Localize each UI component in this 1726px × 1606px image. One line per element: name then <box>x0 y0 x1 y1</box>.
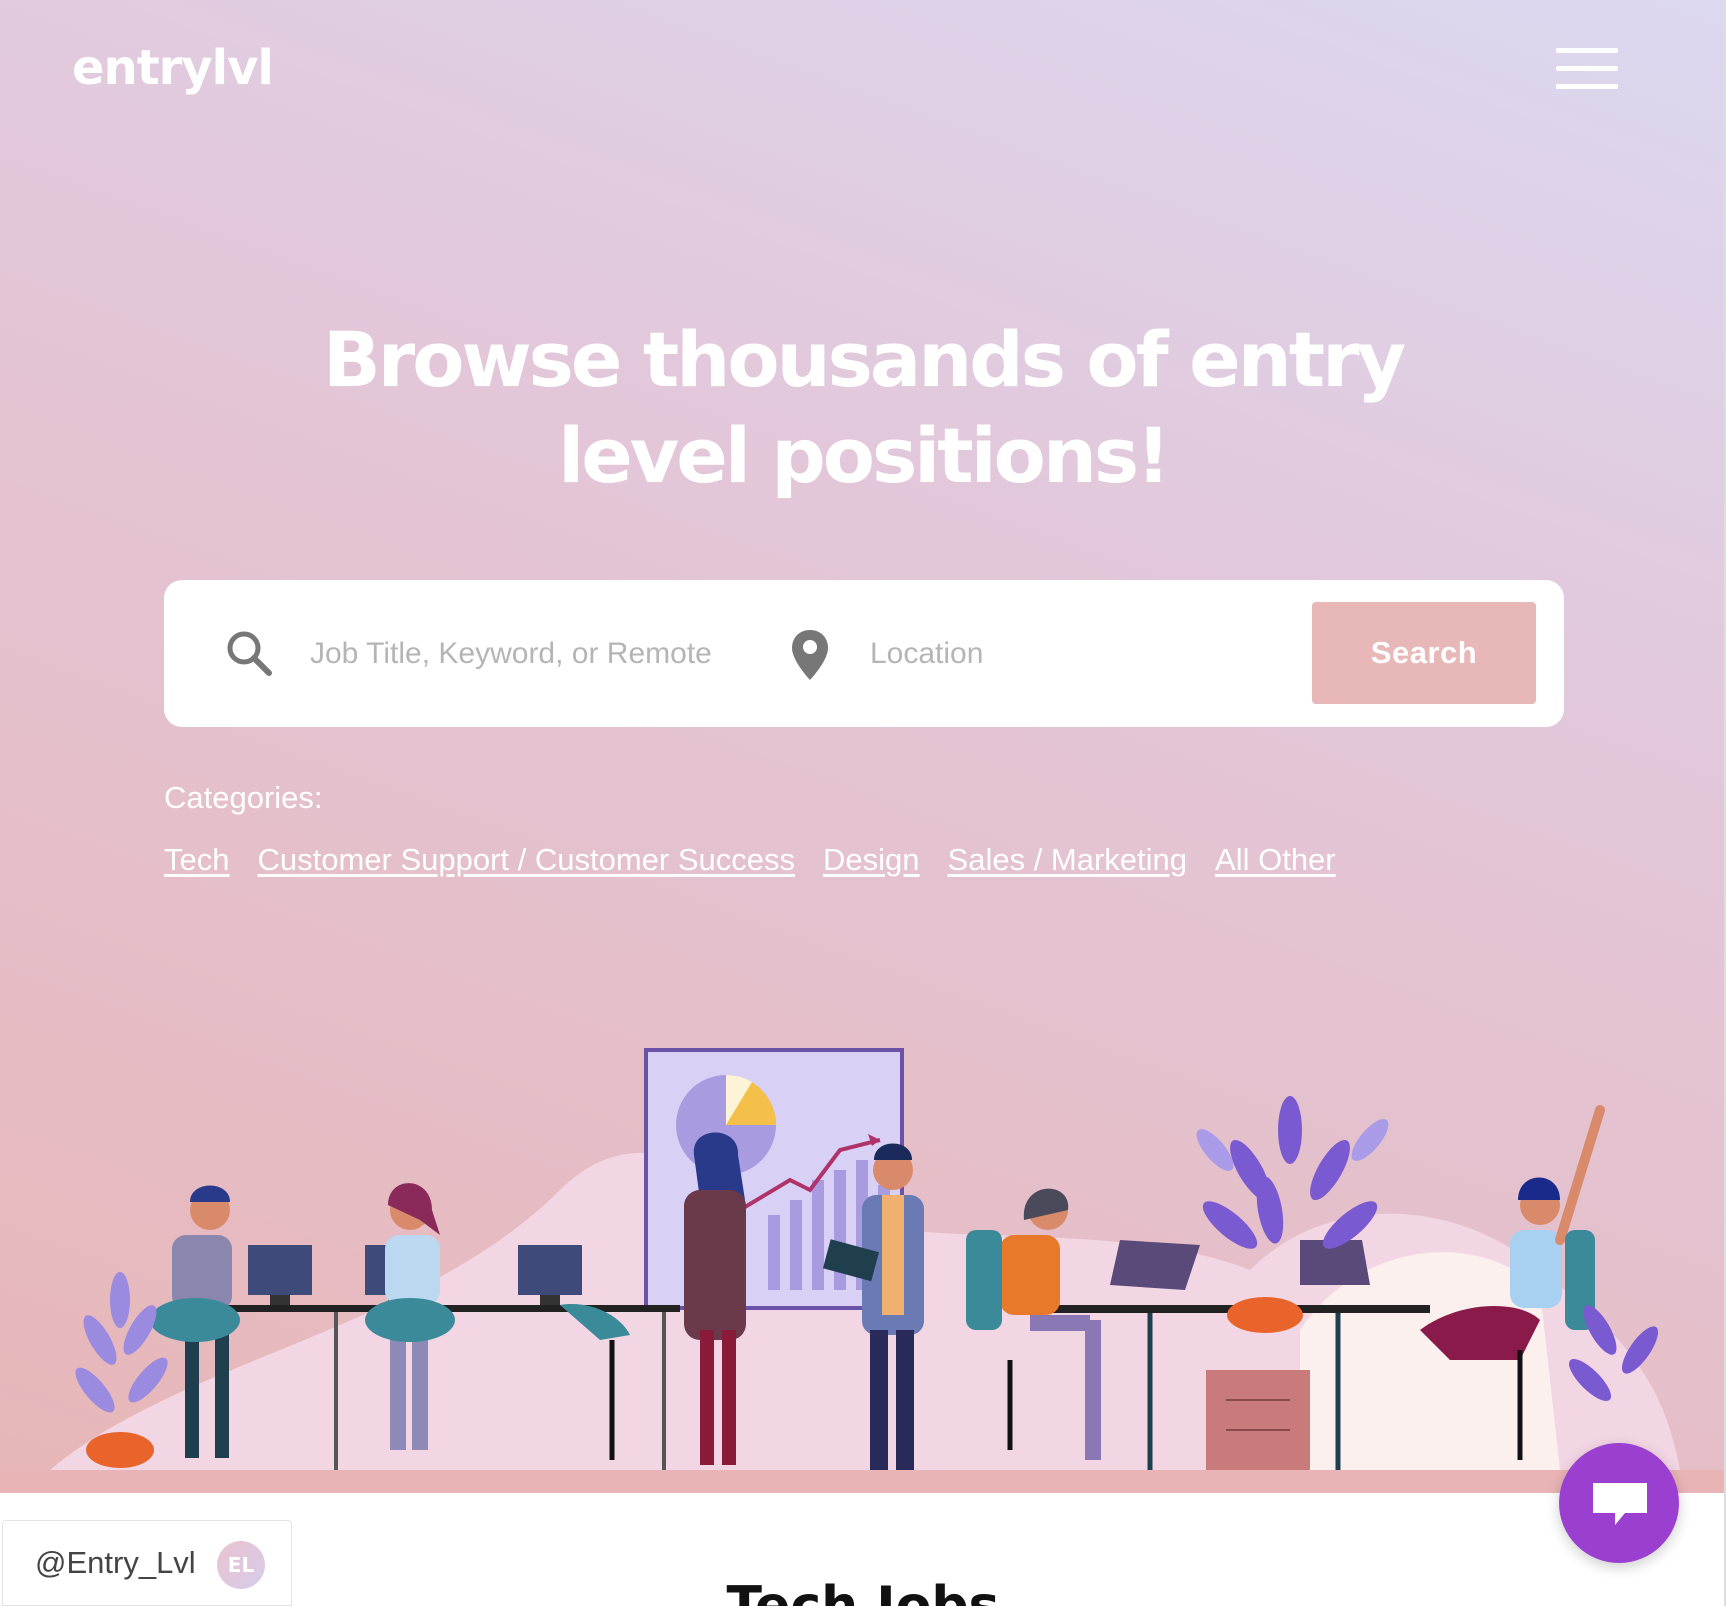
search-button[interactable]: Search <box>1312 602 1536 704</box>
location-search-input[interactable] <box>868 628 1312 680</box>
office-team-illustration <box>0 1048 1726 1493</box>
category-link-tech[interactable]: Tech <box>164 842 229 878</box>
chat-button[interactable] <box>1559 1443 1679 1563</box>
floor <box>0 1470 1726 1493</box>
category-link-design[interactable]: Design <box>823 842 920 878</box>
hero-headline: Browse thousands of entry level position… <box>250 312 1476 504</box>
category-link-customer-support[interactable]: Customer Support / Customer Success <box>257 842 795 878</box>
section-heading-tech-jobs: Tech Jobs <box>726 1576 1000 1606</box>
search-icon <box>227 631 272 676</box>
categories-label: Categories: <box>164 780 323 815</box>
hamburger-menu-icon[interactable] <box>1556 48 1622 92</box>
hero-section: entrylvl Browse thousands of entry level… <box>0 0 1726 1493</box>
hero-headline-line2: level positions! <box>558 411 1171 500</box>
category-link-all-other[interactable]: All Other <box>1215 842 1336 878</box>
brand-logo[interactable]: entrylvl <box>72 40 274 96</box>
categories-list: Tech Customer Support / Customer Success… <box>164 842 1336 878</box>
keyword-search-input[interactable] <box>308 628 732 680</box>
hero-headline-line1: Browse thousands of entry <box>322 315 1406 404</box>
map-pin-icon <box>792 630 828 680</box>
chat-bubble-icon <box>1593 1483 1647 1525</box>
search-bar: Search <box>164 580 1564 727</box>
category-link-sales-marketing[interactable]: Sales / Marketing <box>948 842 1188 878</box>
